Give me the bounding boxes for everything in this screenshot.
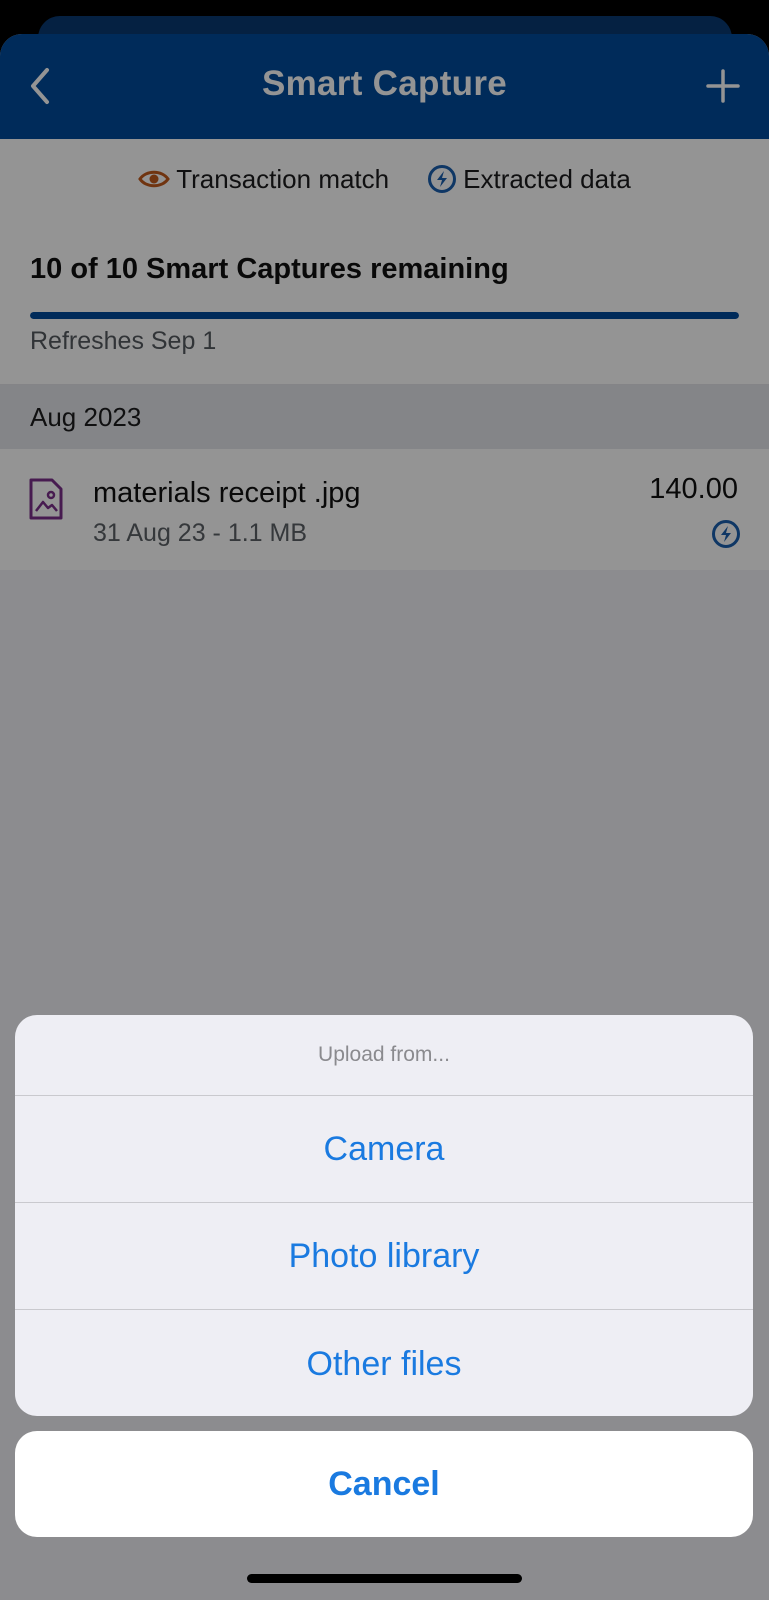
camera-option[interactable]: Camera	[15, 1096, 753, 1203]
photo-library-option[interactable]: Photo library	[15, 1203, 753, 1310]
other-files-option[interactable]: Other files	[15, 1310, 753, 1416]
cancel-button[interactable]: Cancel	[15, 1431, 753, 1537]
action-sheet-title: Upload from...	[15, 1015, 753, 1096]
home-indicator	[247, 1574, 522, 1583]
screen: Smart Capture Transaction match Extracte…	[0, 0, 769, 1600]
action-sheet: Upload from... Camera Photo library Othe…	[15, 1015, 753, 1416]
